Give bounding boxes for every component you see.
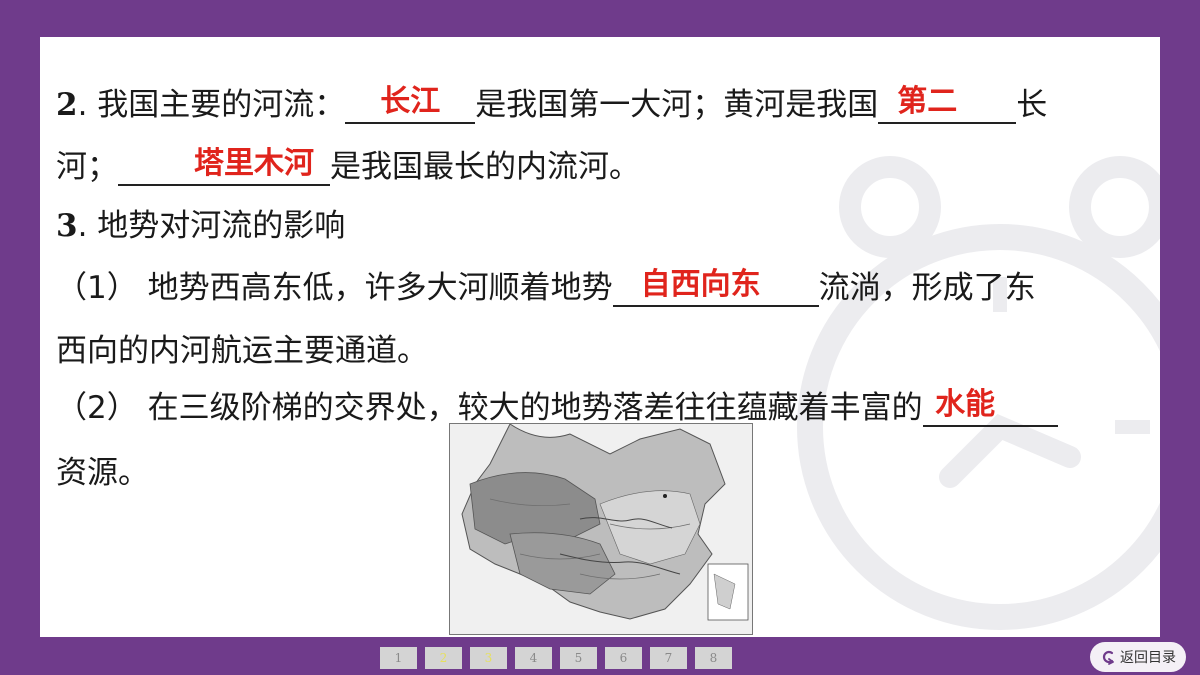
slide-card: 2. 我国主要的河流： 长江 是我国第一大河；黄河是我国 第二 长 河； 塔里木河 是我国最… — [40, 37, 1160, 637]
answer-blank-1: 长江 — [345, 84, 476, 124]
q3-part1-text1: 地势西高东低，许多大河顺着地势 — [147, 270, 613, 306]
q2-number: 2 — [56, 87, 78, 123]
answer-tarim: 塔里木河 — [194, 146, 314, 181]
answer-west-to-east: 自西向东 — [640, 267, 761, 302]
q3-part1-label: （1） — [56, 270, 138, 306]
q2-line1: 2. 我国主要的河流： 长江 是我国第一大河；黄河是我国 第二 长 — [56, 79, 1047, 124]
q3-part1-line2: 西向的内河航运主要通道。 — [56, 325, 428, 370]
answer-blank-2: 第二 — [878, 84, 1017, 124]
pagination: 1 2 3 4 5 6 7 8 — [380, 647, 732, 669]
q3-part1-text3: 西向的内河航运主要通道。 — [56, 333, 428, 369]
answer-blank-3: 塔里木河 — [118, 146, 330, 186]
q2-text5: 是我国最长的内流河。 — [330, 149, 640, 185]
answer-blank-5: 水能 — [922, 387, 1058, 427]
page-button[interactable]: 6 — [605, 647, 642, 669]
answer-hydropower: 水能 — [935, 387, 996, 422]
answer-second: 第二 — [897, 84, 958, 119]
answer-changjiang: 长江 — [380, 84, 441, 119]
q3-part1-line1: （1） 地势西高东低，许多大河顺着地势 自西向东 流淌，形成了东 — [56, 262, 1036, 307]
page-button[interactable]: 4 — [515, 647, 552, 669]
page-button[interactable]: 5 — [560, 647, 597, 669]
answer-blank-4: 自西向东 — [612, 267, 819, 307]
q3-part2-text2: 资源。 — [56, 455, 149, 491]
q2-text1: . 我国主要的河流： — [77, 87, 346, 123]
page-button[interactable]: 7 — [650, 647, 687, 669]
page-button[interactable]: 8 — [695, 647, 732, 669]
q3-part2-label: （2） — [56, 390, 138, 426]
q3-part2-text1: 在三级阶梯的交界处，较大的地势落差往往蕴藏着丰富的 — [147, 390, 923, 426]
china-terrain-map — [449, 423, 753, 635]
clock-watermark — [797, 156, 1160, 630]
q2-text4: 河； — [56, 149, 118, 185]
q3-title-text: . 地势对河流的影响 — [77, 208, 346, 244]
page-button[interactable]: 2 — [425, 647, 462, 669]
q2-line2: 河； 塔里木河 是我国最长的内流河。 — [56, 141, 640, 186]
return-arrow-icon — [1102, 650, 1114, 665]
back-label: 返回目录 — [1120, 650, 1176, 666]
q3-part2-line2: 资源。 — [56, 447, 149, 492]
q3-part1-text2: 流淌，形成了东 — [818, 270, 1036, 306]
page-button[interactable]: 1 — [380, 647, 417, 669]
q2-text3: 长 — [1016, 87, 1048, 123]
q3-part2-line1: （2） 在三级阶梯的交界处，较大的地势落差往往蕴藏着丰富的 水能 — [56, 382, 1058, 427]
q3-title: 3. 地势对河流的影响 — [56, 200, 345, 245]
page-button[interactable]: 3 — [470, 647, 507, 669]
q3-number: 3 — [56, 208, 78, 244]
q2-text2: 是我国第一大河；黄河是我国 — [475, 87, 879, 123]
china-map-graphic — [450, 424, 752, 634]
back-to-contents-button[interactable]: 返回目录 — [1090, 642, 1186, 672]
